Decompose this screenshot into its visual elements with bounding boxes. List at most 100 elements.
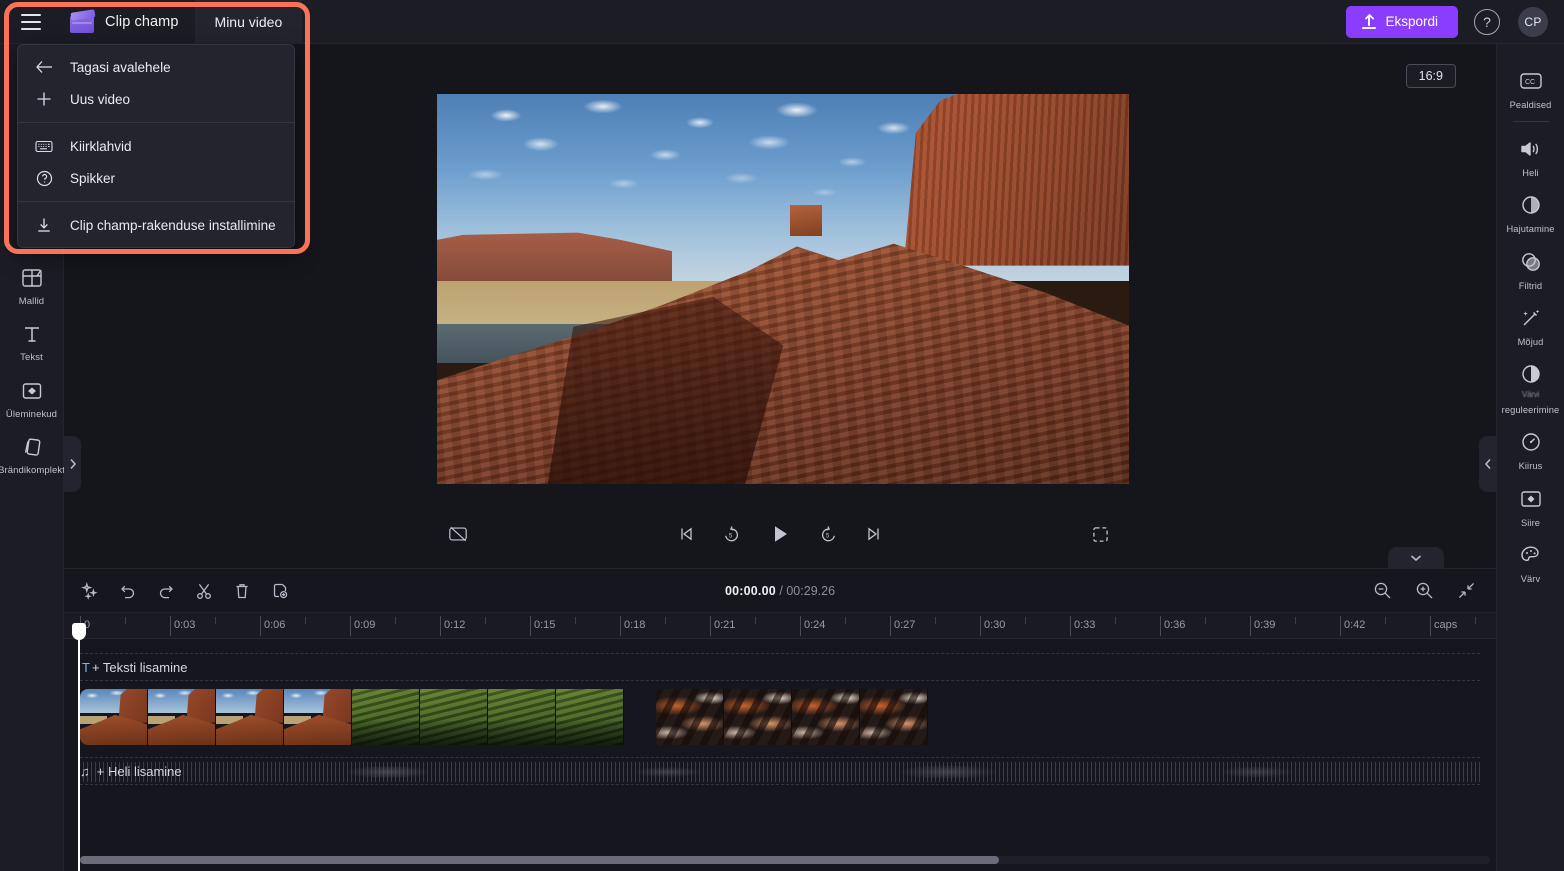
avatar[interactable]: CP [1518, 6, 1548, 37]
timeline-clip-terrace[interactable] [352, 689, 652, 745]
clip-thumbnail [724, 689, 792, 745]
duplicate-icon[interactable] [268, 579, 292, 603]
clipchamp-logo-icon [70, 8, 96, 33]
arrow-left-icon [34, 60, 54, 74]
right-label-audio: Heli [1522, 168, 1539, 179]
top-bar: Clip champ Minu video Ekspordi ? CP [0, 0, 1564, 44]
clip-thumbnail [488, 689, 556, 745]
right-item-filters[interactable]: Filtrid [1498, 239, 1564, 295]
delete-trash-icon[interactable] [230, 579, 254, 603]
audio-track-placeholder[interactable]: ♫ + Heli lisamine [80, 764, 182, 779]
magic-tools-icon[interactable] [78, 579, 102, 603]
download-icon [34, 217, 54, 233]
ruler-label: 0:06 [264, 619, 286, 631]
text-icon [19, 321, 45, 347]
timeline-collapse-button[interactable] [1388, 547, 1444, 569]
fit-to-screen-icon[interactable] [1454, 579, 1478, 603]
captions-off-icon[interactable] [448, 525, 468, 543]
timeline-toolbar: 00:00.00 / 00:29.26 [64, 569, 1496, 613]
sidebar-item-transitions[interactable]: Üleminekud [1, 369, 63, 425]
aspect-ratio-button[interactable]: 16:9 [1405, 64, 1456, 88]
timeline-clip-canyon[interactable] [80, 689, 352, 745]
right-item-fade[interactable]: Hajutamine [1498, 182, 1564, 238]
rock-spire-layer [789, 205, 822, 237]
ruler-label: caps [1434, 619, 1458, 631]
right-item-color-adjust[interactable]: Värvi reguleerimine [1498, 351, 1564, 419]
player-right-controls [1076, 526, 1496, 543]
undo-icon[interactable] [116, 579, 140, 603]
playhead[interactable] [72, 623, 86, 871]
right-label-speed: Kiirus [1518, 461, 1543, 472]
chevron-left-icon [1484, 458, 1491, 470]
templates-icon [19, 265, 45, 291]
timeline-ruler[interactable]: 0 0:03 0:06 0:09 0:12 0:15 0:18 0:21 0:2… [64, 613, 1496, 639]
skip-to-end-icon[interactable] [866, 526, 882, 542]
right-item-speed[interactable]: Kiirus [1498, 419, 1564, 475]
sidebar-item-brand-kit[interactable]: Brändikomplekt [0, 425, 65, 481]
right-item-captions[interactable]: CC Pealdised [1498, 58, 1564, 114]
fullscreen-icon[interactable] [1092, 526, 1109, 543]
zoom-in-icon[interactable] [1412, 579, 1436, 603]
menu-item-back-home[interactable]: Tagasi avalehele [18, 51, 294, 83]
right-item-color[interactable]: Värv [1498, 532, 1564, 588]
timeline-panel: 00:00.00 / 00:29.26 0 0:03 0:06 0:09 0:1… [64, 547, 1496, 871]
forward-5s-icon[interactable]: 5 [819, 525, 838, 544]
right-item-audio[interactable]: Heli [1498, 126, 1564, 182]
clip-thumbnail [284, 689, 352, 745]
export-button[interactable]: Ekspordi [1346, 5, 1458, 38]
text-track[interactable]: T + Teksti lisamine [80, 653, 1480, 681]
menu-item-new-video[interactable]: Uus video [18, 83, 294, 115]
brand[interactable]: Clip champ [70, 8, 179, 33]
project-tab[interactable]: Minu video [194, 0, 303, 44]
right-panel-collapse-button[interactable] [1479, 436, 1496, 492]
palette-icon [1518, 542, 1544, 568]
menu-item-shortcuts[interactable]: Kiirklahvid [18, 130, 294, 162]
hamburger-line [21, 13, 41, 16]
scrollbar-thumb[interactable] [80, 856, 1000, 864]
menu-item-install-app[interactable]: Clip champ-rakenduse installimine [18, 209, 294, 241]
help-icon[interactable]: ? [1474, 8, 1500, 35]
video-preview[interactable] [437, 94, 1129, 484]
video-track [80, 689, 952, 745]
sidebar-item-templates[interactable]: Mallid [1, 256, 63, 312]
play-button[interactable] [769, 523, 791, 545]
playhead-handle[interactable] [72, 623, 86, 640]
current-time: 00:00.00 [724, 583, 776, 598]
rewind-5s-icon[interactable]: 5 [722, 525, 741, 544]
skip-to-start-icon[interactable] [678, 526, 694, 542]
adjust-contrast-icon [1518, 361, 1544, 387]
left-panel-collapse-button[interactable] [64, 436, 81, 492]
chevron-down-icon [1410, 555, 1422, 562]
zoom-out-icon[interactable] [1370, 579, 1394, 603]
rail-divider [1512, 121, 1549, 123]
sidebar-item-text[interactable]: Tekst [1, 312, 63, 368]
right-sublabel-color-adjust: Värvi [1521, 390, 1540, 400]
text-track-label: + Teksti lisamine [91, 659, 188, 675]
right-item-effects[interactable]: Mõjud [1498, 295, 1564, 351]
ruler-label: 0:24 [804, 619, 826, 631]
filters-icon [1518, 249, 1544, 275]
main-menu-button[interactable] [14, 7, 48, 37]
right-item-transition[interactable]: Siire [1498, 476, 1564, 532]
ruler-label: 0:18 [624, 619, 646, 631]
timeline-horizontal-scrollbar[interactable] [80, 856, 1490, 864]
clip-thumbnail [80, 689, 148, 745]
hamburger-line [21, 27, 41, 30]
brand-label: Clip champ [105, 13, 179, 30]
ruler-label: 0:39 [1254, 619, 1276, 631]
timeline-clip-rock[interactable] [656, 689, 952, 745]
brand-kit-icon [19, 434, 45, 460]
closed-captions-icon: CC [1518, 68, 1544, 94]
keyboard-icon [34, 140, 54, 153]
split-scissors-icon[interactable] [192, 579, 216, 603]
audio-waveform [80, 762, 1480, 782]
clip-thumbnail [148, 689, 216, 745]
timeline-tools [78, 579, 292, 603]
clip-thumbnail [556, 689, 624, 745]
ruler-label: 0:27 [894, 619, 916, 631]
text-track-placeholder[interactable]: T + Teksti lisamine [82, 660, 187, 675]
audio-track[interactable]: ♫ + Heli lisamine [80, 757, 1480, 785]
plus-icon [34, 91, 54, 107]
redo-icon[interactable] [154, 579, 178, 603]
menu-item-help[interactable]: Spikker [18, 162, 294, 194]
